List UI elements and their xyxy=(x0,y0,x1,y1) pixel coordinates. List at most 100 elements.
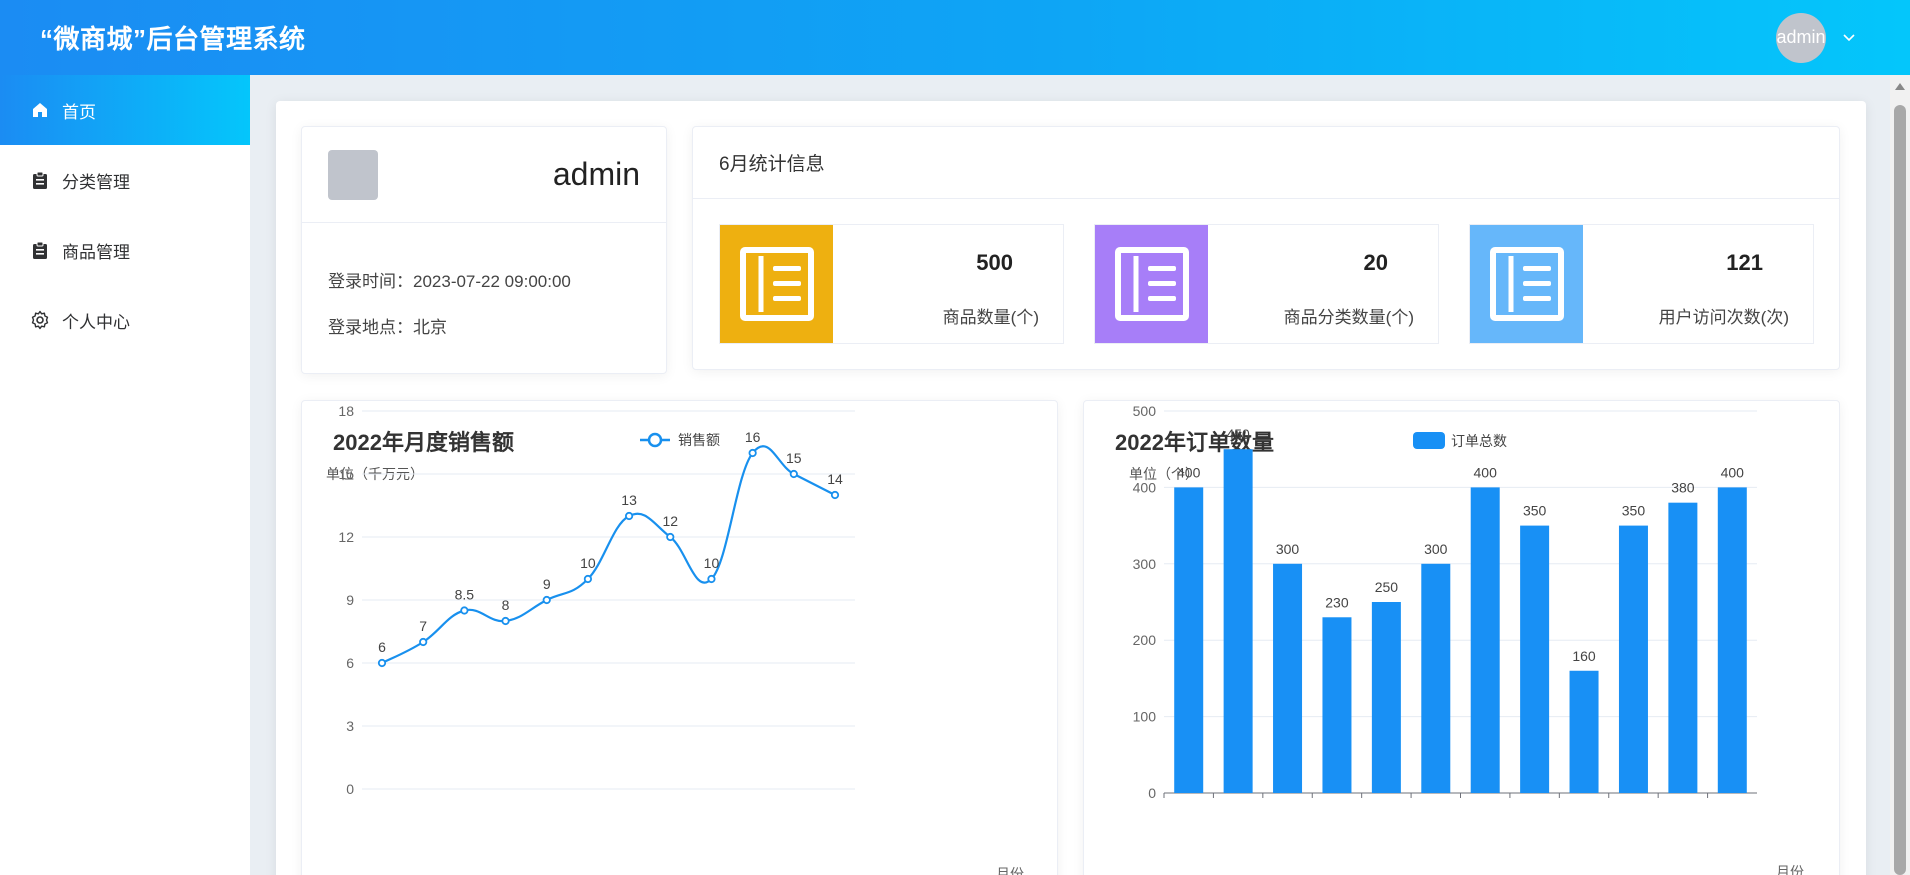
sales-line-chart: 2022年月度销售额 销售额 单位（千万元） 0369121518 678.58… xyxy=(326,403,1024,875)
stat-tile-visits: 121 用户访问次数(次) xyxy=(1469,224,1814,344)
scroll-thumb[interactable] xyxy=(1894,105,1906,875)
chart-legend[interactable]: 订单总数 xyxy=(1413,432,1507,449)
data-label: 15 xyxy=(786,450,802,466)
sidebar-item-label: 首页 xyxy=(62,102,96,122)
orders-bar-chart: 2022年订单数量 订单总数 单位（个） 0100200300400500 40… xyxy=(1115,403,1804,875)
sidebar-item-category[interactable]: 分类管理 xyxy=(0,145,250,215)
stat-label: 商品分类数量(个) xyxy=(1283,308,1414,327)
chevron-down-icon[interactable] xyxy=(1842,30,1856,46)
sales-line-chart-card: 2022年月度销售额 销售额 单位（千万元） 0 3 6 9 12 15 18 6 7 8.5 8… xyxy=(301,400,1058,875)
stat-tile-products: 500 商品数量(个) xyxy=(719,224,1064,344)
login-location: 登录地点：北京 xyxy=(328,318,447,337)
avatar xyxy=(328,149,378,200)
data-point[interactable] xyxy=(583,574,593,584)
y-tick-label: 3 xyxy=(346,718,354,734)
sidebar-item-home[interactable]: 首页 xyxy=(0,75,250,145)
data-point[interactable] xyxy=(789,469,798,479)
stat-label: 商品数量(个) xyxy=(942,308,1039,327)
data-point[interactable] xyxy=(707,574,716,584)
home-icon xyxy=(30,100,50,120)
stats-title: 6月统计信息 xyxy=(693,127,1839,199)
data-label: 350 xyxy=(1523,503,1547,519)
scroll-up-icon[interactable] xyxy=(1895,83,1905,90)
user-avatar[interactable]: admin xyxy=(1776,12,1826,63)
data-point[interactable] xyxy=(542,595,551,605)
bar[interactable] xyxy=(1470,487,1500,793)
bar[interactable] xyxy=(1273,563,1303,793)
y-tick-label: 300 xyxy=(1133,556,1157,572)
sidebar: 首页 分类管理 商品管理 个人中心 xyxy=(0,75,250,875)
app-title: “微商城”后台管理系统 xyxy=(40,24,306,54)
data-label: 300 xyxy=(1276,541,1300,557)
legend-label: 销售额 xyxy=(678,432,720,448)
bar[interactable] xyxy=(1223,449,1253,793)
login-time: 登录时间：2023-07-22 09:00:00 xyxy=(328,272,571,291)
data-label: 8.5 xyxy=(455,587,475,603)
bar[interactable] xyxy=(1618,525,1648,793)
data-label: 13 xyxy=(621,492,637,508)
x-axis-label: 月份 xyxy=(996,866,1024,875)
data-label: 10 xyxy=(704,555,720,571)
data-label: 300 xyxy=(1424,541,1448,557)
orders-bar-chart-card: 2022年订单数量 订单总数 单位（个） 0 100 200 300 400 500 40… xyxy=(1083,400,1840,875)
legend-label: 订单总数 xyxy=(1451,433,1507,449)
data-label: 400 xyxy=(1721,464,1745,480)
monthly-stats-card: 6月统计信息 500 商品数量(个) 20 商品分类数量(个) 121 用户访问… xyxy=(692,126,1840,370)
data-label: 10 xyxy=(580,555,596,571)
stat-tile-categories: 20 商品分类数量(个) xyxy=(1094,224,1439,344)
user-info-card: admin 登录时间：2023-07-22 09:00:00 登录地点：北京 xyxy=(301,126,667,374)
sidebar-item-profile[interactable]: 个人中心 xyxy=(0,285,250,355)
data-label: 250 xyxy=(1375,579,1399,595)
data-label: 160 xyxy=(1572,648,1596,664)
stat-value: 20 xyxy=(1363,250,1388,275)
x-axis-label: 月份 xyxy=(1776,864,1804,875)
page-scrollbar[interactable] xyxy=(1890,75,1910,875)
data-point[interactable] xyxy=(624,511,634,521)
sidebar-item-label: 商品管理 xyxy=(62,242,130,262)
bar[interactable] xyxy=(1174,487,1204,793)
y-tick-label: 18 xyxy=(338,403,354,419)
data-label: 16 xyxy=(745,429,761,445)
top-header: “微商城”后台管理系统 admin xyxy=(0,0,1910,75)
bar[interactable] xyxy=(1371,602,1401,793)
document-list-icon xyxy=(720,225,833,343)
document-list-icon xyxy=(1470,225,1583,343)
data-point[interactable] xyxy=(460,606,469,615)
stat-value: 500 xyxy=(976,250,1013,275)
data-label: 8 xyxy=(502,597,510,613)
data-label: 9 xyxy=(543,576,551,592)
data-label: 6 xyxy=(378,639,386,655)
data-label: 400 xyxy=(1474,464,1498,480)
y-tick-label: 400 xyxy=(1133,479,1157,495)
data-point[interactable] xyxy=(419,637,428,647)
y-tick-label: 6 xyxy=(346,655,354,671)
bar[interactable] xyxy=(1717,487,1747,793)
document-list-icon xyxy=(1095,225,1208,343)
bar[interactable] xyxy=(1421,563,1451,793)
y-tick-label: 12 xyxy=(338,529,354,545)
data-point[interactable] xyxy=(830,490,840,500)
data-label: 230 xyxy=(1325,594,1349,610)
data-label: 14 xyxy=(827,471,843,487)
data-label: 7 xyxy=(419,618,427,634)
data-point[interactable] xyxy=(501,616,510,626)
user-menu[interactable]: admin xyxy=(1776,12,1856,63)
chart-title: 2022年月度销售额 xyxy=(333,430,514,455)
bar[interactable] xyxy=(1322,617,1352,793)
data-point[interactable] xyxy=(748,448,757,458)
clipboard-icon xyxy=(30,170,50,190)
y-tick-label: 9 xyxy=(346,592,354,608)
bar[interactable] xyxy=(1569,670,1599,793)
sales-series-line xyxy=(381,445,836,664)
sidebar-item-product[interactable]: 商品管理 xyxy=(0,215,250,285)
bar[interactable] xyxy=(1668,502,1698,793)
user-name: admin xyxy=(552,156,640,192)
chart-legend[interactable]: 销售额 xyxy=(640,432,720,448)
y-tick-label: 100 xyxy=(1133,709,1157,725)
data-label: 12 xyxy=(662,513,678,529)
sidebar-item-label: 分类管理 xyxy=(62,172,130,192)
data-point[interactable] xyxy=(377,658,387,668)
data-point[interactable] xyxy=(666,532,675,542)
bar[interactable] xyxy=(1520,525,1550,793)
data-label: 400 xyxy=(1177,464,1201,480)
